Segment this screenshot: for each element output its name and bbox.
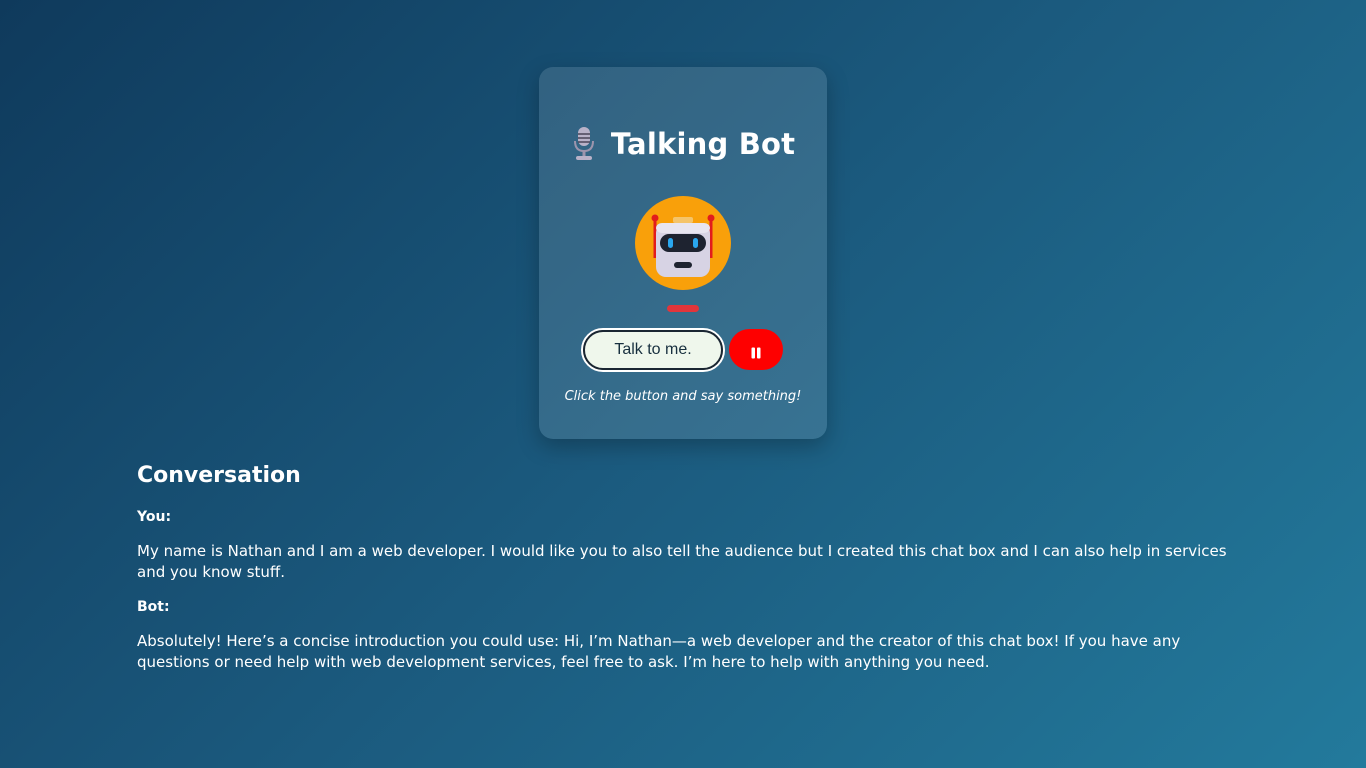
talk-button[interactable]: Talk to me. xyxy=(581,328,725,372)
conversation-title: Conversation xyxy=(137,463,301,488)
pause-button[interactable] xyxy=(729,329,783,370)
bot-message: Absolutely! Here’s a concise introductio… xyxy=(137,632,1181,671)
title-row: Talking Bot xyxy=(539,124,827,164)
robot-avatar xyxy=(635,196,731,290)
pause-icon xyxy=(750,344,762,358)
bot-card: Talking Bot Talk to me. Click the button… xyxy=(539,67,827,439)
robot-icon xyxy=(651,214,715,277)
microphone-icon xyxy=(571,126,597,162)
app-title: Talking Bot xyxy=(610,127,796,161)
speaking-indicator xyxy=(667,305,699,312)
conversation-panel: Conversation You: My name is Nathan and … xyxy=(137,461,1227,687)
bot-speaker-label: Bot: xyxy=(137,599,170,615)
instruction-hint: Click the button and say something! xyxy=(564,389,802,404)
user-speaker-label: You: xyxy=(137,509,172,525)
user-message: My name is Nathan and I am a web develop… xyxy=(137,542,1227,581)
